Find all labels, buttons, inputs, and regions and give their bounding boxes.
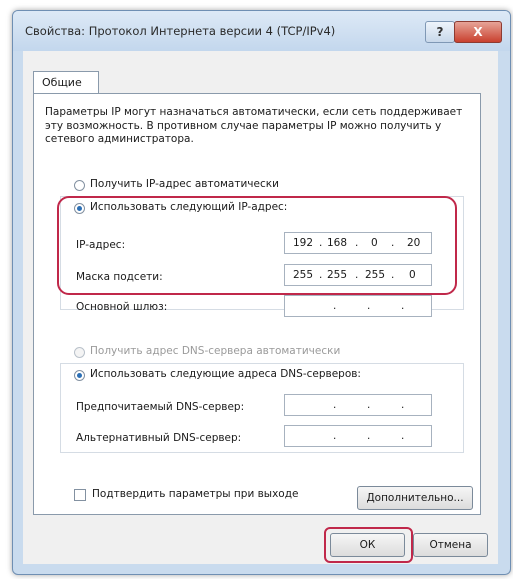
ok-button-highlight (324, 527, 413, 563)
dns-auto-radio[interactable] (74, 347, 85, 358)
ip-auto-label: Получить IP-адрес автоматически (90, 178, 279, 190)
dns-manual-radio[interactable] (74, 370, 85, 381)
alternate-dns-field[interactable]: ... (284, 425, 432, 447)
ip-auto-radio[interactable] (74, 180, 85, 191)
dns-auto-label: Получить адрес DNS-сервера автоматически (90, 345, 341, 357)
validate-checkbox[interactable] (74, 489, 86, 501)
preferred-dns-field[interactable]: ... (284, 394, 432, 416)
preferred-dns-label: Предпочитаемый DNS-сервер: (76, 401, 245, 413)
general-panel: Параметры IP могут назначаться автоматич… (33, 93, 481, 515)
description-text: Параметры IP могут назначаться автоматич… (45, 106, 463, 145)
validate-label: Подтвердить параметры при выходе (92, 488, 299, 500)
ip-settings-highlight (57, 196, 457, 295)
dialog-window: Свойства: Протокол Интернета версии 4 (T… (12, 10, 511, 575)
alternate-dns-label: Альтернативный DNS-сервер: (76, 432, 242, 444)
tab-general[interactable]: Общие (33, 71, 99, 93)
title-bar[interactable]: Свойства: Протокол Интернета версии 4 (T… (13, 11, 510, 51)
help-button[interactable]: ? (425, 21, 455, 43)
window-title: Свойства: Протокол Интернета версии 4 (T… (25, 24, 336, 38)
dialog-content: Общие Параметры IP могут назначаться авт… (23, 51, 498, 564)
cancel-button[interactable]: Отмена (413, 533, 488, 557)
dns-manual-label: Использовать следующие адреса DNS-сервер… (90, 368, 361, 380)
close-button[interactable]: X (454, 21, 502, 43)
gateway-field[interactable]: ... (284, 295, 432, 317)
gateway-label: Основной шлюз: (76, 301, 168, 313)
advanced-button[interactable]: Дополнительно... (357, 486, 473, 510)
